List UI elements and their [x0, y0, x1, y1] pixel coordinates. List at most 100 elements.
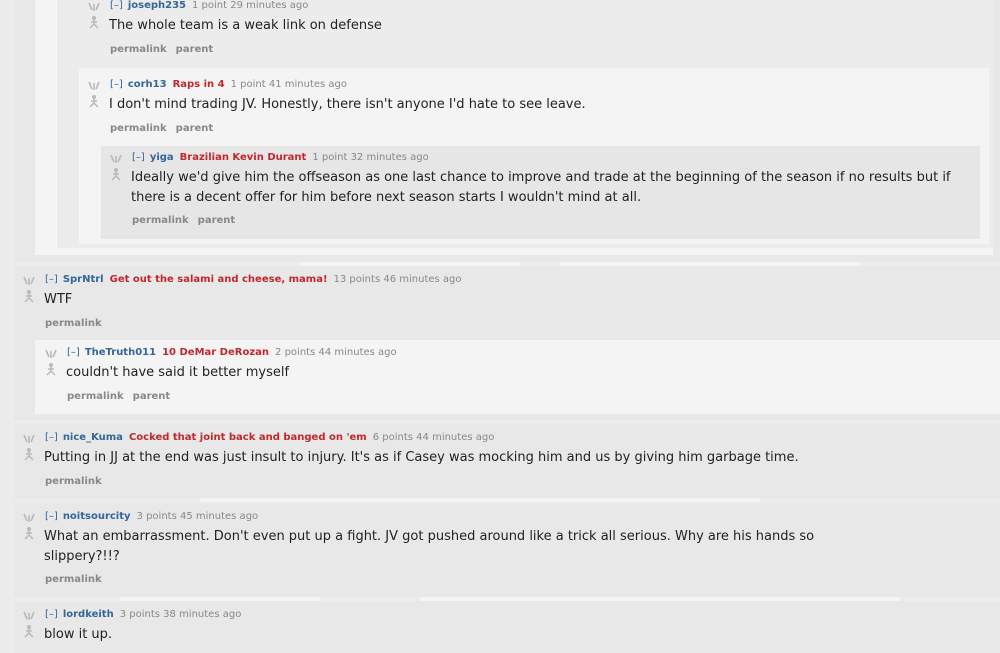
separator	[420, 597, 900, 601]
user-flair: Raps in 4	[172, 79, 225, 90]
comment-author[interactable]: TheTruth011	[85, 347, 156, 358]
vote-arrows	[44, 348, 58, 376]
downvote-icon[interactable]	[22, 624, 36, 638]
comment-author[interactable]: SprNtrl	[63, 274, 104, 285]
permalink-link[interactable]: permalink	[132, 215, 189, 226]
comment-score: 13 points	[333, 274, 381, 285]
comment-tagline: [–] noitsourcity 3 points 45 minutes ago	[45, 511, 258, 523]
comment-actions: permalink parent	[110, 123, 222, 134]
downvote-icon[interactable]	[22, 289, 36, 303]
collapse-toggle[interactable]: [–]	[45, 432, 58, 443]
downvote-icon[interactable]	[87, 15, 101, 29]
upvote-icon[interactable]	[87, 80, 101, 94]
user-flair: Get out the salami and cheese, mama!	[109, 274, 328, 285]
comment-tagline: [–] lordkeith 3 points 38 minutes ago	[45, 609, 241, 621]
comment-actions: permalink	[45, 318, 111, 329]
upvote-icon[interactable]	[109, 153, 123, 167]
comment-actions: permalink parent	[132, 215, 244, 226]
comment-author[interactable]: corh13	[128, 79, 167, 90]
downvote-icon[interactable]	[109, 167, 123, 181]
comment-score: 6 points	[372, 432, 413, 443]
upvote-icon[interactable]	[87, 1, 101, 15]
collapse-toggle[interactable]: [–]	[45, 609, 58, 620]
separator	[200, 498, 760, 502]
collapse-toggle[interactable]: [–]	[132, 152, 145, 163]
vote-arrows	[22, 512, 36, 540]
collapse-toggle[interactable]: [–]	[45, 274, 58, 285]
comment-actions: permalink parent	[110, 44, 222, 55]
vote-arrows	[87, 1, 101, 29]
comment-author[interactable]: nice_Kuma	[63, 432, 123, 443]
upvote-icon[interactable]	[22, 610, 36, 624]
comment-tagline: [–] TheTruth011 10 DeMar DeRozan 2 points 4…	[67, 347, 397, 359]
comment-author[interactable]: noitsourcity	[63, 511, 131, 522]
comment-author[interactable]: joseph235	[128, 0, 186, 11]
user-flair: Brazilian Kevin Durant	[179, 152, 307, 163]
permalink-link[interactable]: permalink	[45, 574, 102, 585]
vote-arrows	[109, 153, 123, 181]
comment-tagline: [–] corh13 Raps in 4 1 point 41 minutes ago	[110, 79, 347, 91]
comment-body: WTF	[44, 292, 73, 307]
vote-arrows	[22, 610, 36, 638]
comment-author[interactable]: lordkeith	[63, 609, 114, 620]
permalink-link[interactable]: permalink	[110, 44, 167, 55]
upvote-icon[interactable]	[44, 348, 58, 362]
comment-tagline: [–] nice_Kuma Cocked that joint back and b…	[45, 432, 494, 444]
comment-time: 29 minutes ago	[230, 0, 309, 11]
vote-arrows	[87, 80, 101, 108]
upvote-icon[interactable]	[22, 275, 36, 289]
comment-time: 41 minutes ago	[268, 79, 347, 90]
comment-tagline: [–] yiga Brazilian Kevin Durant 1 point 32 …	[132, 152, 429, 164]
comment-tagline: [–] SprNtrl Get out the salami and cheese,…	[45, 274, 462, 286]
user-flair: 10 DeMar DeRozan	[162, 347, 270, 358]
comment-time: 44 minutes ago	[318, 347, 397, 358]
collapse-toggle[interactable]: [–]	[67, 347, 80, 358]
permalink-link[interactable]: permalink	[45, 318, 102, 329]
comment-body: I don't mind trading JV. Honestly, there…	[109, 97, 586, 112]
comment-body: blow it up.	[44, 627, 113, 642]
permalink-link[interactable]: permalink	[45, 476, 102, 487]
upvote-icon[interactable]	[22, 433, 36, 447]
downvote-icon[interactable]	[22, 447, 36, 461]
comment-author[interactable]: yiga	[150, 152, 174, 163]
comment-body: Ideally we'd give him the offseason as o…	[131, 170, 951, 205]
comment-body: couldn't have said it better myself	[66, 365, 290, 380]
comment-score: 3 points	[119, 609, 160, 620]
comment-body: What an embarrassment. Don't even put up…	[44, 529, 815, 564]
separator	[560, 262, 860, 266]
comment-actions: permalink parent	[67, 391, 179, 402]
comment-score: 1 point	[312, 152, 348, 163]
separator	[120, 597, 320, 601]
parent-link[interactable]: parent	[133, 391, 171, 402]
comment-score: 2 points	[275, 347, 316, 358]
parent-link[interactable]: parent	[198, 215, 236, 226]
user-flair: Cocked that joint back and banged on 'em	[128, 432, 367, 443]
comment-score: 1 point	[192, 0, 228, 11]
comment-time: 45 minutes ago	[180, 511, 259, 522]
downvote-icon[interactable]	[87, 94, 101, 108]
vote-arrows	[22, 433, 36, 461]
comment-time: 46 minutes ago	[383, 274, 462, 285]
vote-arrows	[22, 275, 36, 303]
downvote-icon[interactable]	[44, 362, 58, 376]
comment-actions: permalink	[45, 476, 111, 487]
comment-body: The whole team is a weak link on defense	[109, 18, 382, 33]
comment-time: 32 minutes ago	[350, 152, 429, 163]
comment-body: Putting in JJ at the end was just insult…	[44, 450, 799, 465]
comment-actions: permalink	[45, 574, 111, 585]
parent-link[interactable]: parent	[176, 44, 214, 55]
comment-score: 3 points	[136, 511, 177, 522]
upvote-icon[interactable]	[22, 512, 36, 526]
downvote-icon[interactable]	[22, 526, 36, 540]
comment-score: 1 point	[230, 79, 266, 90]
comment-time: 38 minutes ago	[163, 609, 242, 620]
parent-link[interactable]: parent	[176, 123, 214, 134]
comment-tagline: [–] joseph235 1 point 29 minutes ago	[110, 0, 308, 12]
collapse-toggle[interactable]: [–]	[110, 0, 123, 11]
collapse-toggle[interactable]: [–]	[110, 79, 123, 90]
permalink-link[interactable]: permalink	[67, 391, 124, 402]
separator	[300, 262, 520, 266]
permalink-link[interactable]: permalink	[110, 123, 167, 134]
comment-time: 44 minutes ago	[416, 432, 495, 443]
collapse-toggle[interactable]: [–]	[45, 511, 58, 522]
